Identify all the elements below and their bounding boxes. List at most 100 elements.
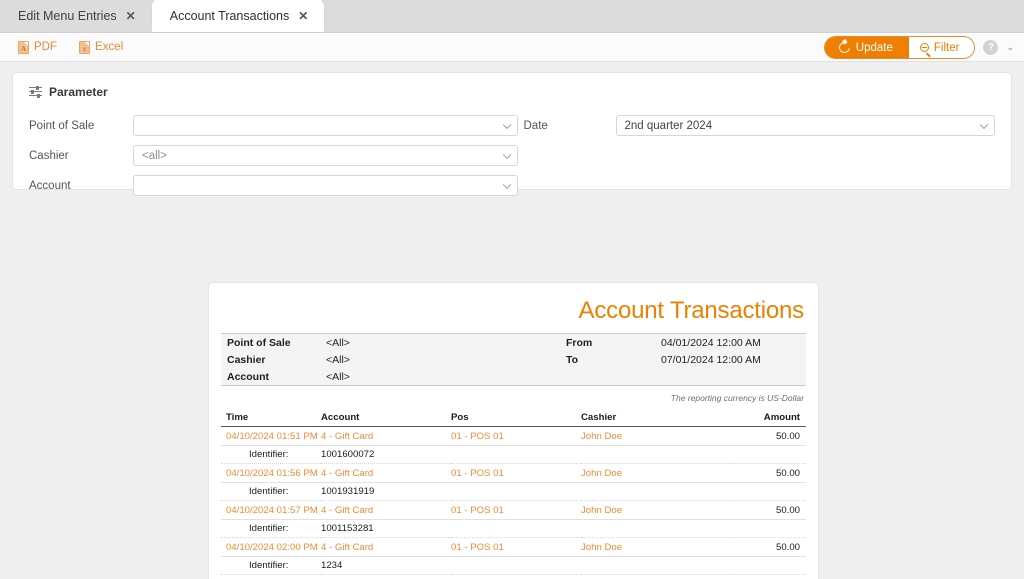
transactions-table: Time Account Pos Cashier Amount 04/10/20… bbox=[221, 410, 806, 579]
meta-key: To bbox=[566, 353, 579, 366]
cell-amount bbox=[731, 519, 806, 538]
cell-account: 4 - Gift Card bbox=[321, 537, 451, 557]
cell-account: 1001600072 bbox=[321, 445, 451, 464]
cell-time: 04/10/2024 02:00 PM bbox=[221, 537, 321, 557]
currency-note: The reporting currency is US-Dollar bbox=[670, 393, 804, 403]
cell-cashier: John Doe bbox=[581, 537, 731, 557]
page-content: Parameter Point of Sale Date 2nd quarter… bbox=[0, 62, 1024, 579]
meta-row: Point of Sale <All> From 04/01/2024 12:0… bbox=[221, 334, 806, 352]
table-identifier-row: Identifier: 1001931919 bbox=[221, 482, 806, 501]
cell-pos: 01 - POS 01 bbox=[451, 574, 581, 579]
label-point-of-sale: Point of Sale bbox=[29, 119, 95, 132]
cell-time: Identifier: bbox=[221, 445, 321, 464]
form-row-account: Account bbox=[29, 171, 995, 200]
meta-value: <All> bbox=[326, 370, 350, 383]
cell-account: 4 - Gift Card bbox=[321, 500, 451, 520]
toolbar: A PDF x Excel Update Filter ? ⌄ bbox=[0, 33, 1024, 62]
excel-file-icon: x bbox=[79, 40, 90, 54]
cell-amount: 20.00 bbox=[731, 574, 806, 579]
cell-time: 04/10/2024 01:56 PM bbox=[221, 463, 321, 483]
cell-amount: 50.00 bbox=[731, 463, 806, 483]
cell-amount: 50.00 bbox=[731, 426, 806, 446]
meta-key: Cashier bbox=[227, 353, 266, 366]
toolbar-right-group: Update Filter ? ⌄ bbox=[823, 36, 1014, 59]
cell-cashier bbox=[581, 445, 731, 464]
select-date-value: 2nd quarter 2024 bbox=[624, 119, 713, 132]
report-title: Account Transactions bbox=[578, 297, 805, 324]
parameter-panel: Parameter Point of Sale Date 2nd quarter… bbox=[12, 72, 1012, 196]
cell-amount bbox=[731, 482, 806, 501]
meta-value: <All> bbox=[326, 336, 350, 349]
label-account: Account bbox=[29, 179, 71, 192]
select-account[interactable] bbox=[133, 175, 518, 196]
table-row[interactable]: 04/10/2024 02:14 PM4 - Gift Card01 - POS… bbox=[221, 574, 806, 579]
select-cashier[interactable]: <all> bbox=[133, 145, 518, 166]
table-identifier-row: Identifier: 1001153281 bbox=[221, 519, 806, 538]
cell-account: 4 - Gift Card bbox=[321, 574, 451, 579]
search-icon bbox=[919, 43, 929, 52]
cell-pos: 01 - POS 01 bbox=[451, 500, 581, 520]
excel-icon-glyph: x bbox=[82, 44, 87, 53]
meta-row: Cashier <All> To 07/01/2024 12:00 AM bbox=[221, 351, 806, 368]
cell-amount bbox=[731, 445, 806, 464]
pdf-file-icon: A bbox=[18, 40, 29, 54]
help-icon[interactable]: ? bbox=[983, 40, 999, 55]
meta-value: 04/01/2024 12:00 AM bbox=[661, 336, 761, 349]
cell-account: 1001153281 bbox=[321, 519, 451, 538]
table-row[interactable]: 04/10/2024 02:00 PM 4 - Gift Card 01 - POS… bbox=[221, 537, 806, 557]
close-icon[interactable]: ✕ bbox=[298, 10, 308, 22]
chevron-down-icon bbox=[502, 120, 511, 129]
meta-key: From bbox=[566, 336, 593, 349]
cell-amount: 50.00 bbox=[731, 537, 806, 557]
cell-pos bbox=[451, 519, 581, 538]
tab-account-transactions[interactable]: Account Transactions ✕ bbox=[151, 0, 325, 32]
table-row[interactable]: 04/10/2024 01:57 PM 4 - Gift Card 01 - POS… bbox=[221, 500, 806, 520]
cell-cashier bbox=[581, 556, 731, 575]
update-button[interactable]: Update bbox=[824, 37, 909, 58]
cell-pos: 01 - POS 01 bbox=[451, 537, 581, 557]
select-point-of-sale[interactable] bbox=[133, 115, 518, 136]
export-excel-label: Excel bbox=[95, 41, 124, 53]
cell-pos bbox=[451, 482, 581, 501]
column-header-pos: Pos bbox=[451, 410, 581, 427]
filter-button[interactable]: Filter bbox=[908, 37, 975, 58]
filter-button-label: Filter bbox=[933, 41, 960, 54]
table-row[interactable]: 04/10/2024 01:56 PM 4 - Gift Card 01 - POS… bbox=[221, 463, 806, 483]
cell-pos bbox=[451, 445, 581, 464]
select-date[interactable]: 2nd quarter 2024 bbox=[615, 115, 995, 136]
action-button-group: Update Filter bbox=[823, 36, 976, 59]
tab-label: Account Transactions bbox=[169, 8, 290, 23]
column-header-account: Account bbox=[321, 410, 451, 427]
cell-time: 04/10/2024 01:51 PM bbox=[221, 426, 321, 446]
cell-cashier bbox=[581, 519, 731, 538]
close-icon[interactable]: ✕ bbox=[126, 10, 136, 22]
label-cashier: Cashier bbox=[29, 149, 69, 162]
column-header-amount: Amount bbox=[731, 410, 806, 427]
tab-edit-menu-entries[interactable]: Edit Menu Entries ✕ bbox=[0, 0, 152, 32]
chevron-down-icon bbox=[502, 180, 512, 189]
report-meta-table: Point of Sale <All> From 04/01/2024 12:0… bbox=[221, 333, 806, 386]
export-excel-button[interactable]: x Excel bbox=[79, 40, 124, 54]
meta-row: Account <All> bbox=[221, 368, 806, 386]
export-pdf-button[interactable]: A PDF bbox=[18, 40, 57, 54]
label-date: Date bbox=[523, 119, 548, 132]
select-cashier-value: <all> bbox=[142, 149, 167, 162]
cell-account: 1001931919 bbox=[321, 482, 451, 501]
parameter-title: Parameter bbox=[49, 85, 108, 99]
cell-pos bbox=[451, 556, 581, 575]
cell-amount bbox=[731, 556, 806, 575]
chevron-down-icon[interactable]: ⌄ bbox=[1006, 42, 1014, 53]
cell-amount: 50.00 bbox=[731, 500, 806, 520]
pdf-icon-glyph: A bbox=[20, 44, 27, 53]
meta-value bbox=[661, 368, 806, 386]
form-row-cashier: Cashier <all> bbox=[29, 141, 995, 170]
table-identifier-row: Identifier: 1234 bbox=[221, 556, 806, 575]
cell-time: Identifier: bbox=[221, 556, 321, 575]
cell-account: 4 - Gift Card bbox=[321, 463, 451, 483]
meta-key bbox=[566, 368, 661, 386]
cell-account: 4 - Gift Card bbox=[321, 426, 451, 446]
cell-time: 04/10/2024 02:14 PM bbox=[221, 574, 321, 579]
sliders-icon bbox=[29, 85, 42, 98]
table-row[interactable]: 04/10/2024 01:51 PM 4 - Gift Card 01 - POS… bbox=[221, 426, 806, 446]
transactions-table-body: 04/10/2024 01:51 PM 4 - Gift Card 01 - POS… bbox=[221, 426, 806, 579]
